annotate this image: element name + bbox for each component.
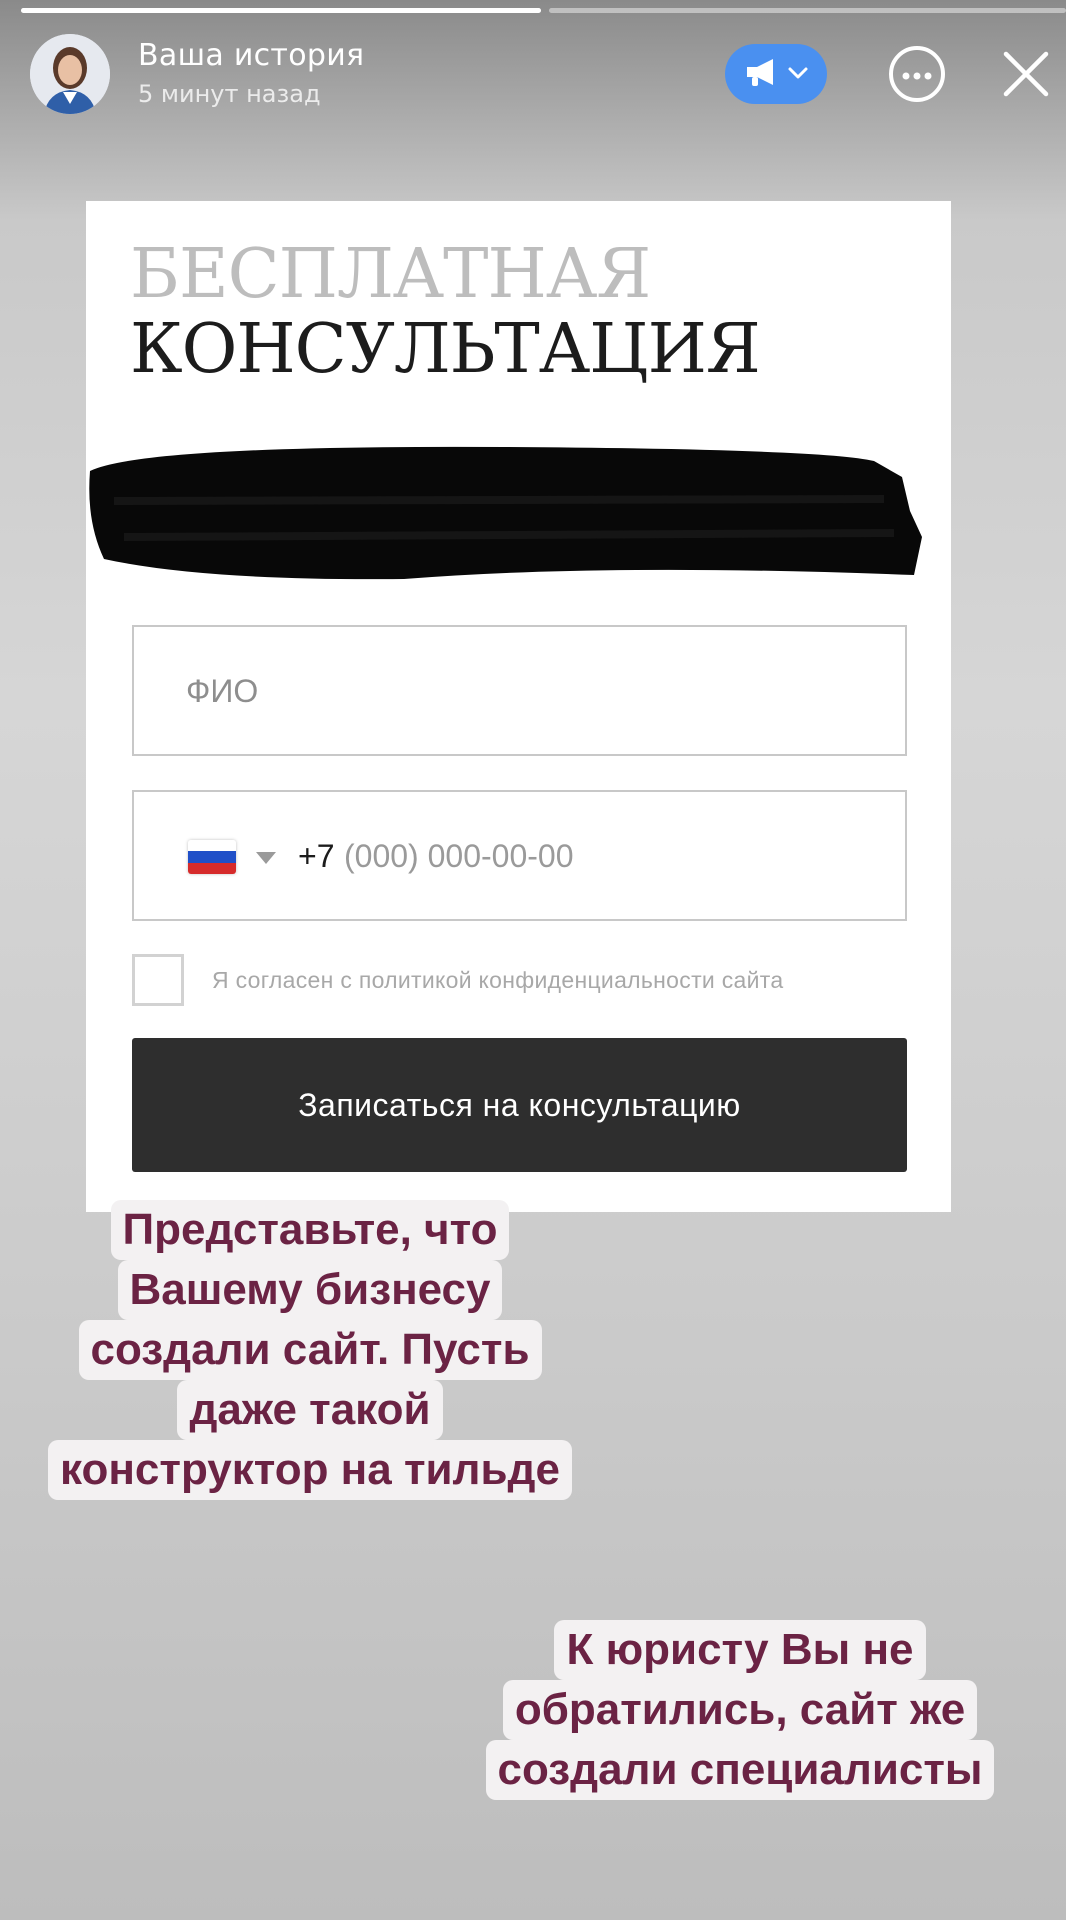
story-caption-1: Представьте, что Вашему бизнесу создали …	[30, 1200, 590, 1500]
phone-placeholder: (000) 000-00-00	[344, 838, 574, 874]
chevron-down-icon	[787, 65, 809, 84]
submit-consultation-button[interactable]: Записаться на консультацию	[132, 1038, 907, 1172]
consent-label: Я согласен с политикой конфиденциальност…	[212, 967, 784, 993]
story-title: Ваша история	[138, 38, 365, 73]
story-time: 5 минут назад	[138, 80, 321, 108]
story-progress-1	[21, 8, 541, 13]
close-icon	[1000, 51, 1052, 104]
story-progress-2	[549, 8, 1066, 13]
name-field[interactable]: ФИО	[132, 625, 907, 756]
megaphone-icon	[743, 56, 781, 92]
consent-checkbox[interactable]	[132, 954, 184, 1006]
form-screenshot: БЕСПЛАТНАЯ КОНСУЛЬТАЦИЯ ФИО +7 (000) 000…	[86, 201, 951, 1212]
more-icon	[902, 65, 932, 84]
caption-line: создали сайт. Пусть	[78, 1320, 542, 1380]
caption-line: обратились, сайт же	[502, 1680, 978, 1740]
caption-line: Вашему бизнесу	[117, 1260, 503, 1320]
country-dropdown-icon[interactable]	[256, 852, 276, 864]
caption-line: даже такой	[177, 1380, 443, 1440]
caption-line: Представьте, что	[110, 1200, 510, 1260]
redaction-scribble	[89, 446, 923, 580]
avatar[interactable]	[30, 34, 110, 114]
promote-button[interactable]	[725, 44, 827, 104]
more-button[interactable]	[889, 46, 945, 102]
name-placeholder: ФИО	[186, 673, 259, 709]
caption-line: конструктор на тильде	[48, 1440, 572, 1500]
russia-flag-icon[interactable]	[188, 840, 236, 874]
phone-country-code: +7	[298, 838, 335, 874]
phone-field[interactable]: +7 (000) 000-00-00	[132, 790, 907, 921]
story-caption-2: К юристу Вы не обратились, сайт же созда…	[470, 1620, 1010, 1800]
form-heading-dark: КОНСУЛЬТАЦИЯ	[130, 310, 761, 389]
caption-line: создали специалисты	[485, 1740, 995, 1800]
form-heading-light: БЕСПЛАТНАЯ	[130, 235, 651, 314]
close-button[interactable]	[1000, 48, 1052, 100]
caption-line: К юристу Вы не	[554, 1620, 926, 1680]
